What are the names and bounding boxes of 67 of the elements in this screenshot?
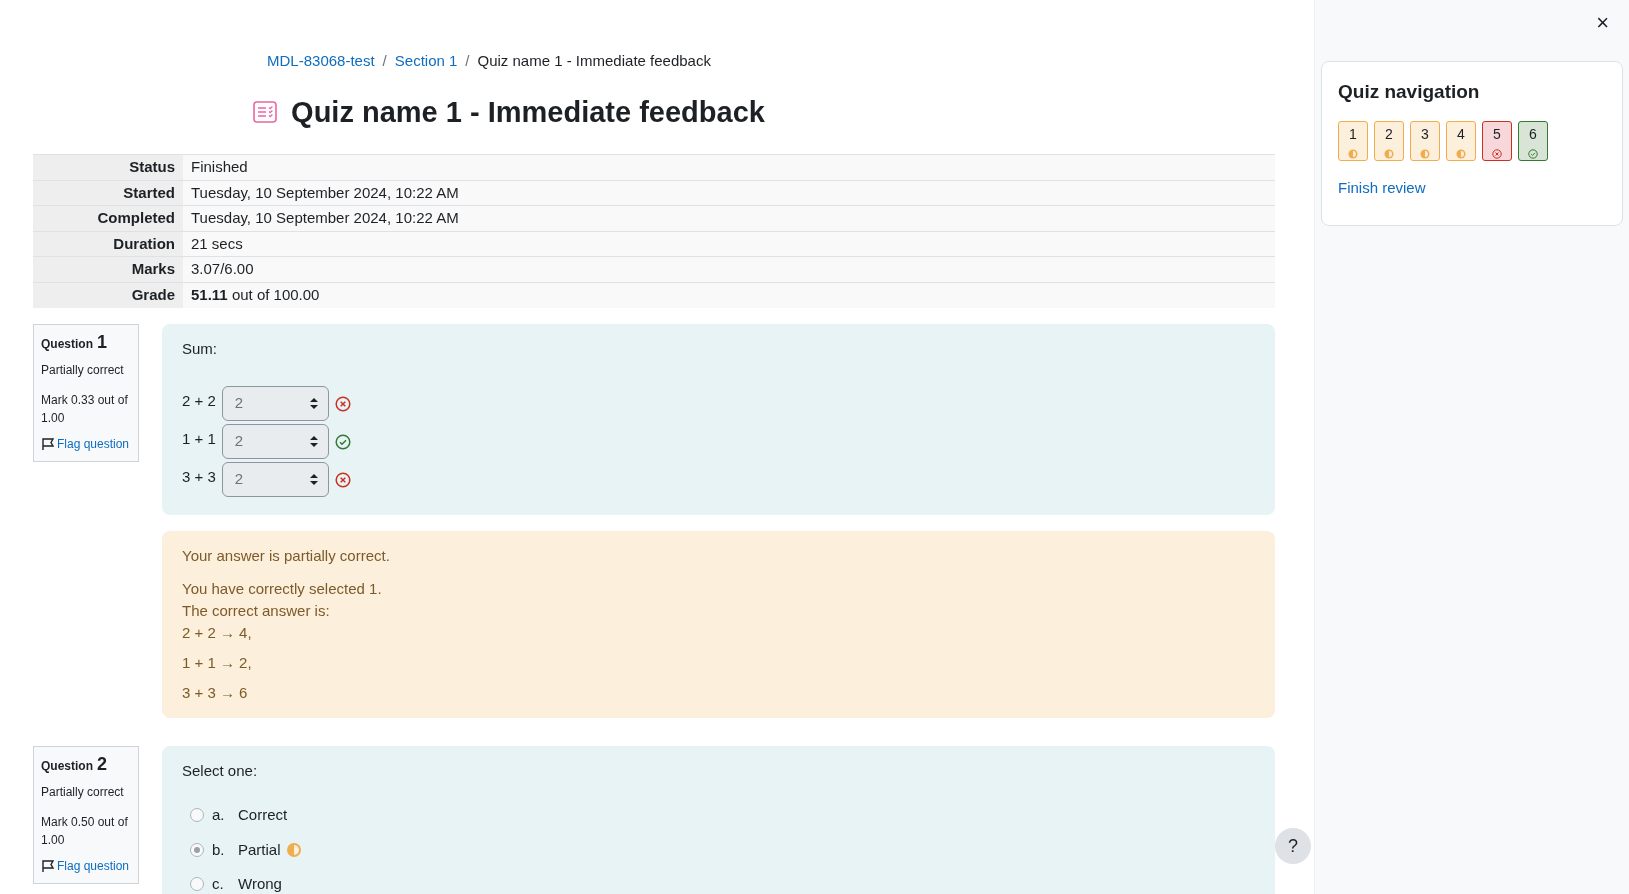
quiz-checklist-icon bbox=[253, 101, 278, 124]
card-title: Quiz navigation bbox=[1338, 80, 1481, 104]
flag-icon bbox=[41, 858, 55, 873]
correct-answer-text: 3 + 3 → 6 bbox=[182, 682, 249, 703]
breadcrumb-current: Quiz name 1 - Immediate feedback bbox=[477, 51, 711, 71]
breadcrumb-separator: / bbox=[465, 51, 470, 71]
radio-button[interactable] bbox=[190, 842, 204, 857]
summary-label: Started bbox=[33, 180, 183, 206]
correct-answer-text: 1 + 1 → 2, bbox=[182, 652, 253, 673]
question-state: Partially correct bbox=[41, 361, 125, 379]
match-stem: 3 + 3 bbox=[182, 467, 216, 487]
feedback-text: You have correctly selected 1. bbox=[182, 578, 383, 599]
correct-answer-text: 2 + 2 → 4, bbox=[182, 622, 253, 643]
option-text: Correct bbox=[238, 805, 288, 825]
question-nav-button[interactable]: 2 bbox=[1374, 120, 1404, 161]
option-letter: c. bbox=[212, 874, 225, 894]
match-stem: 1 + 1 bbox=[182, 429, 216, 449]
flag-question-link[interactable]: Flag question bbox=[41, 434, 131, 453]
answer-select[interactable]: 2 bbox=[221, 386, 329, 421]
answer-select[interactable]: 2 bbox=[221, 424, 329, 459]
close-button[interactable]: × bbox=[1596, 12, 1609, 34]
sort-caret-icon bbox=[309, 436, 318, 447]
breadcrumb-link[interactable]: Section 1 bbox=[394, 50, 458, 73]
sort-caret-icon bbox=[309, 398, 318, 409]
breadcrumb-separator: / bbox=[382, 51, 387, 71]
match-stem: 2 + 2 bbox=[182, 391, 216, 411]
question-mark: Mark 0.50 out of 1.00 bbox=[41, 813, 129, 849]
summary-value: 51.11 out of 100.00 bbox=[183, 282, 1275, 308]
finish-review-link[interactable]: Finish review bbox=[1338, 176, 1606, 199]
question-nav-button[interactable]: 4 bbox=[1446, 120, 1476, 161]
help-button[interactable]: ? bbox=[1275, 828, 1311, 864]
option-letter: b. bbox=[212, 839, 226, 860]
feedback-text: The correct answer is: bbox=[182, 600, 331, 621]
question-nav-button[interactable]: 6 bbox=[1518, 120, 1548, 161]
answer-select[interactable]: 2 bbox=[221, 462, 329, 497]
question-state: Partially correct bbox=[41, 783, 125, 801]
summary-value: Tuesday, 10 September 2024, 10:22 AM bbox=[183, 180, 1275, 206]
feedback-summary: Your answer is partially correct. bbox=[182, 546, 391, 566]
option-letter: a. bbox=[212, 805, 226, 825]
option-text: Wrong bbox=[238, 874, 282, 894]
question-prompt: Sum: bbox=[182, 338, 218, 359]
question-nav-button[interactable]: 3 bbox=[1410, 120, 1440, 161]
summary-label: Duration bbox=[33, 231, 183, 257]
breadcrumb-link[interactable]: MDL-83068-test bbox=[267, 50, 375, 73]
question-nav-button[interactable]: 5 bbox=[1482, 120, 1512, 161]
summary-value: Tuesday, 10 September 2024, 10:22 AM bbox=[183, 205, 1275, 231]
radio-button[interactable] bbox=[190, 808, 204, 823]
question-number: 2 bbox=[97, 754, 108, 773]
question-nav-button[interactable]: 1 bbox=[1338, 120, 1368, 161]
summary-value: 21 secs bbox=[183, 231, 1275, 257]
option-text: Partial bbox=[238, 839, 281, 860]
summary-label: Status bbox=[33, 154, 183, 180]
page-title: Quiz name 1 - Immediate feedback bbox=[291, 94, 765, 130]
question-label: Question bbox=[41, 757, 93, 775]
summary-label: Completed bbox=[33, 205, 183, 231]
flag-icon bbox=[41, 436, 55, 451]
summary-label: Marks bbox=[33, 256, 183, 282]
radio-button[interactable] bbox=[190, 877, 204, 892]
summary-label: Grade bbox=[33, 282, 183, 308]
sort-caret-icon bbox=[309, 474, 318, 485]
summary-value: 3.07/6.00 bbox=[183, 256, 1275, 282]
summary-value: Finished bbox=[183, 154, 1275, 180]
flag-question-link[interactable]: Flag question bbox=[41, 856, 131, 875]
question-prompt: Select one: bbox=[182, 760, 259, 781]
question-number: 1 bbox=[97, 332, 108, 351]
question-label: Question bbox=[41, 335, 93, 353]
question-mark: Mark 0.33 out of 1.00 bbox=[41, 391, 129, 427]
